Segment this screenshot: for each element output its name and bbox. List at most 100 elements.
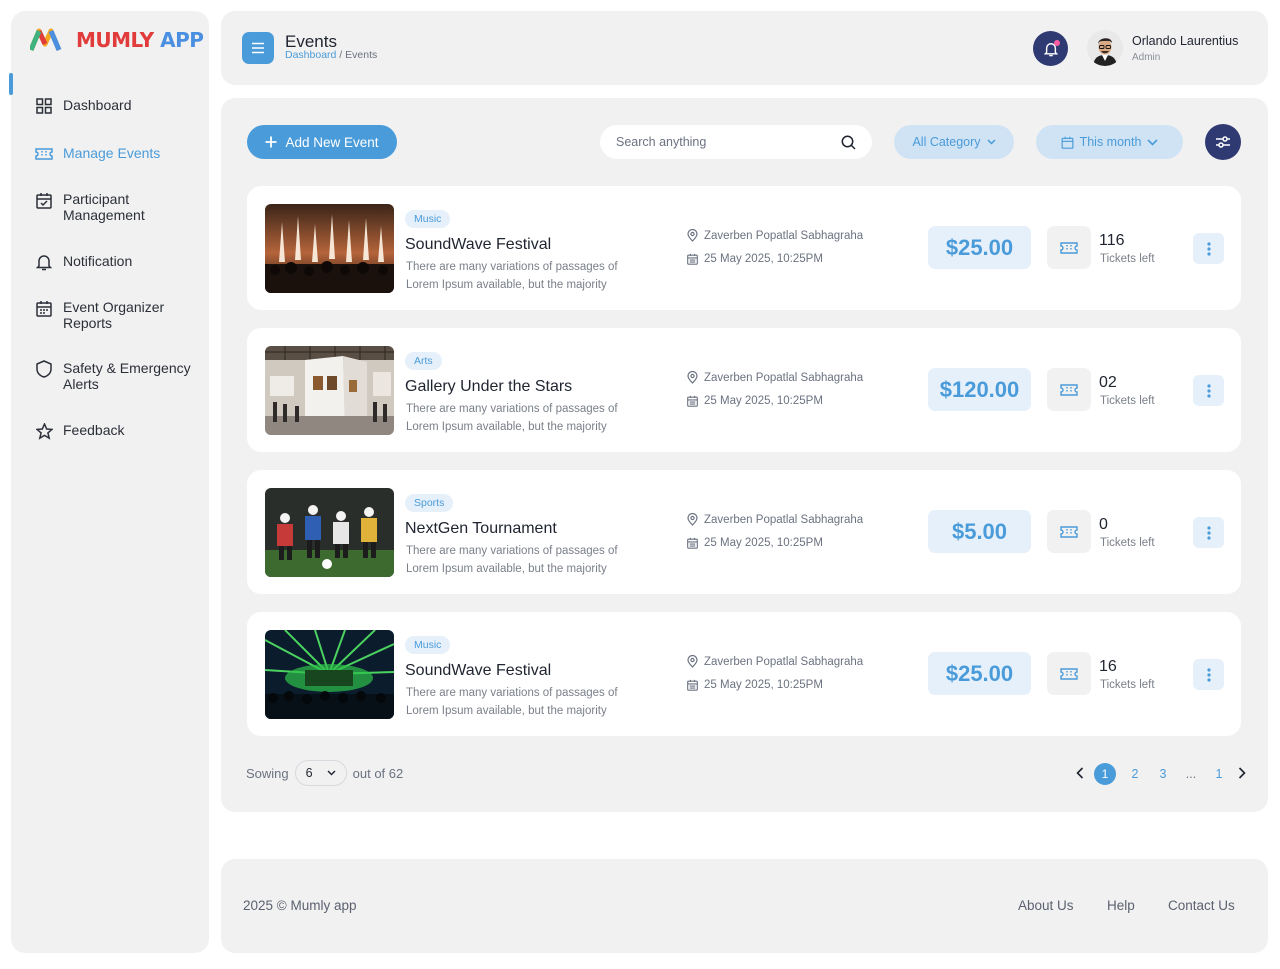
chevron-left-icon [1076,766,1084,779]
ticket-icon [1060,525,1078,538]
more-vertical-icon [1206,241,1211,256]
event-price: $120.00 [928,368,1031,411]
logo-app-text: APP [160,28,204,52]
event-price: $5.00 [928,510,1031,553]
page-button[interactable]: 2 [1126,767,1144,781]
app-logo[interactable]: MUMLY APP [30,28,204,52]
per-page-select[interactable]: 6 [294,760,347,786]
tickets-left-count: 0 [1099,516,1108,533]
sidebar-item-notification[interactable]: Notification [35,253,132,271]
event-date: 25 May 2025, 10:25PM [687,679,823,691]
user-name: Orlando Laurentius [1132,34,1239,48]
page-button[interactable]: 1 [1210,767,1228,781]
sidebar-item-label: Safety & Emergency Alerts [63,360,191,392]
ticket-icon-box [1047,368,1091,411]
filter-settings-button[interactable] [1205,124,1241,160]
event-description: There are many variations of passages of… [406,403,618,433]
location-pin-icon [687,229,698,242]
notification-button[interactable] [1033,31,1068,66]
search-icon [841,135,856,150]
sidebar-item-manage-events[interactable]: Manage Events [35,145,160,163]
event-title: NextGen Tournament [405,520,557,537]
event-date-text: 25 May 2025, 10:25PM [704,679,823,691]
period-dropdown-label: This month [1079,135,1142,149]
sidebar-item-label: Participant Management [63,191,145,223]
ticket-icon [1060,383,1078,396]
ticket-icon-box [1047,510,1091,553]
sidebar-item-dashboard[interactable]: Dashboard [35,97,132,115]
event-title: Gallery Under the Stars [405,378,573,395]
breadcrumb-dashboard-link[interactable]: Dashboard [285,49,336,61]
event-date-text: 25 May 2025, 10:25PM [704,537,823,549]
rows-per-page: Sowing 6 out of 62 [246,760,403,786]
sidebar-item-label: Manage Events [63,145,161,161]
page-button[interactable]: 3 [1154,767,1172,781]
breadcrumb-separator: / [336,49,346,61]
menu-toggle-button[interactable] [242,32,274,64]
page-button-current[interactable]: 1 [1094,763,1116,785]
search-input[interactable]: Search anything [600,125,872,159]
breadcrumb: Dashboard / Events [285,49,377,61]
more-vertical-icon [1206,667,1211,682]
sidebar-item-label: Dashboard [63,97,132,113]
event-date: 25 May 2025, 10:25PM [687,537,823,549]
event-category-tag: Music [405,210,451,228]
prev-page-button[interactable] [1076,766,1084,782]
calendar-check-icon [35,191,53,209]
event-more-button[interactable] [1193,517,1224,548]
event-more-button[interactable] [1193,659,1224,690]
ticket-icon [1060,241,1078,254]
event-description: There are many variations of passages of… [406,687,618,717]
calendar-icon [687,253,698,265]
footer-link-contact[interactable]: Contact Us [1168,898,1235,913]
event-more-button[interactable] [1193,375,1224,406]
calendar-icon [1061,136,1074,149]
event-image-concert [265,204,394,293]
sidebar-item-participant-management[interactable]: Participant Management [35,191,175,223]
event-image-laser-show [265,630,394,719]
event-title: SoundWave Festival [405,236,552,253]
ticket-icon-box [1047,652,1091,695]
event-location-text: Zaverben Popatlal Sabhagraha [704,229,864,242]
event-category-tag: Music [405,636,451,654]
sidebar-item-label: Event Organizer Reports [63,299,165,331]
event-card[interactable]: Music SoundWave Festival There are many … [247,186,1241,310]
tickets-left-count: 02 [1099,374,1117,391]
category-dropdown[interactable]: All Category [894,125,1014,159]
event-card[interactable]: Arts Gallery Under the Stars There are m… [247,328,1241,452]
footer-link-about[interactable]: About Us [1018,898,1074,913]
per-page-value: 6 [305,766,313,780]
user-avatar[interactable] [1087,30,1123,66]
bell-icon [35,253,53,271]
add-new-event-button[interactable]: Add New Event [247,125,397,159]
sidebar-item-safety-alerts[interactable]: Safety & Emergency Alerts [35,360,205,392]
tickets-left-label: Tickets left [1100,253,1155,265]
chevron-down-icon [1147,138,1158,146]
event-more-button[interactable] [1193,233,1224,264]
event-date: 25 May 2025, 10:25PM [687,395,823,407]
event-category-tag: Sports [405,494,454,512]
next-page-button[interactable] [1238,766,1246,782]
chevron-down-icon [987,139,996,145]
search-placeholder: Search anything [616,135,707,149]
ticket-icon-box [1047,226,1091,269]
shield-icon [35,360,53,378]
sidebar-item-organizer-reports[interactable]: Event Organizer Reports [35,299,175,331]
hamburger-icon [252,42,264,54]
sidebar-item-feedback[interactable]: Feedback [35,422,124,440]
ticket-icon [35,145,53,163]
event-price: $25.00 [928,652,1031,695]
event-price: $25.00 [928,226,1031,269]
period-dropdown[interactable]: This month [1036,125,1183,159]
event-image-gallery [265,346,394,435]
event-location-text: Zaverben Popatlal Sabhagraha [704,655,864,668]
star-icon [35,422,53,440]
total-count-label: out of 62 [352,765,404,781]
tickets-left-count: 16 [1099,658,1117,675]
calendar-report-icon [35,299,53,317]
event-card[interactable]: Sports NextGen Tournament There are many… [247,470,1241,594]
footer-link-help[interactable]: Help [1107,898,1135,913]
event-card[interactable]: Music SoundWave Festival There are many … [247,612,1241,736]
event-image-sports [265,488,394,577]
tickets-left-label: Tickets left [1100,679,1155,691]
